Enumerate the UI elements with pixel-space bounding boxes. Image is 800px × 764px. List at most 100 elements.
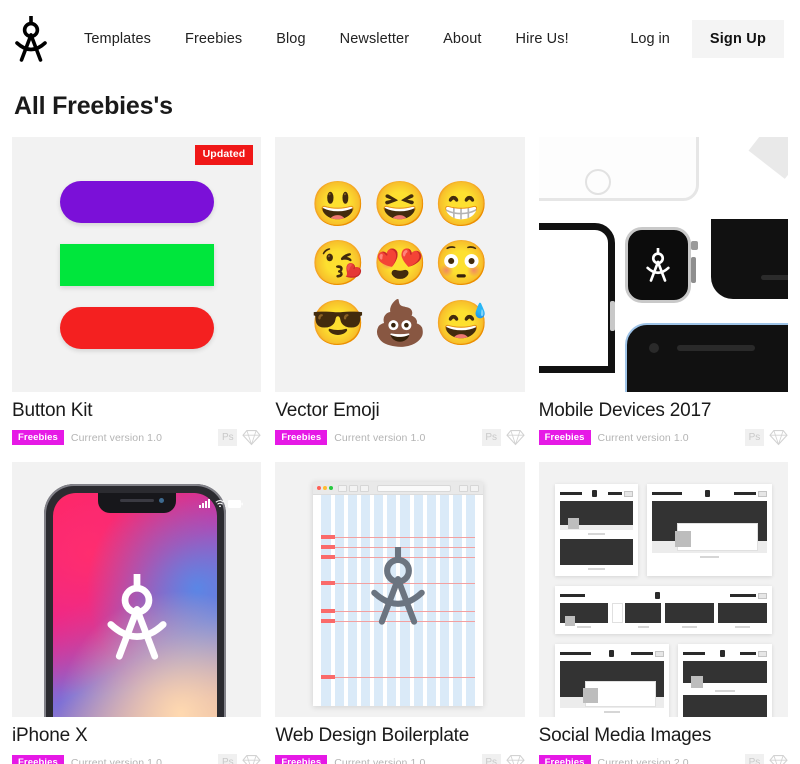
freebie-card[interactable]: Web Design Boilerplate Freebies Current … [275,462,525,764]
signup-button[interactable]: Sign Up [691,20,784,58]
watch-side-button [690,257,696,283]
card-title: Button Kit [12,400,93,421]
version-label: Current version 1.0 [70,431,163,444]
freebie-card[interactable]: Social Media Images Freebies Current ver… [538,462,788,764]
wallpaper-logo [12,574,261,660]
sidebar-toggle-button[interactable] [360,484,370,492]
category-tag: Freebies [12,754,64,764]
image-block [559,661,665,707]
card-thumbnail-social-media[interactable] [538,462,788,717]
emoji-sunglasses: 😎 [310,299,366,349]
guide-marker [321,675,336,679]
category-tag: Freebies [12,429,64,446]
digital-crown [690,241,698,250]
nav-item-newsletter[interactable]: Newsletter [340,31,410,47]
button-kit-preview [12,137,261,392]
avatar [582,688,598,703]
emoji-beaming: 😁 [434,179,490,229]
guide-marker [321,535,336,539]
card-thumbnail-web-boilerplate[interactable] [275,462,525,717]
preview-button-red [59,306,214,349]
wifi-icon [215,500,225,508]
share-button[interactable] [459,484,469,492]
social-template-mockup [554,586,772,634]
mockup-header [559,490,634,497]
logo-link[interactable] [14,16,48,62]
freebie-card[interactable]: 😃 😆 😁 😘 😍 😳 😎 💩 😅 Vector Emoji Freebies … [275,137,525,446]
front-camera [648,343,659,353]
sketch-diamond-icon [505,430,525,446]
photoshop-icon: Ps [744,754,764,764]
format-icons: Ps [481,754,525,764]
social-template-mockup [678,644,772,717]
format-icons: Ps [744,429,788,446]
card-title: Vector Emoji [275,400,380,421]
section-label [739,652,756,655]
nav-item-freebies[interactable]: Freebies [185,31,242,47]
card-thumbnail-iphone-x[interactable] [12,462,262,717]
compass-logo-icon [654,592,660,599]
card-thumbnail-vector-emoji[interactable]: 😃 😆 😁 😘 😍 😳 😎 💩 😅 [275,137,525,392]
card-meta: Freebies Current version 1.0 Ps [275,754,525,764]
card-meta: Freebies Current version 1.0 Ps [538,429,788,446]
tabs-button[interactable] [470,484,480,492]
site-label [652,492,682,495]
compass-logo-icon [371,547,426,625]
emoji-kiss-heart: 😘 [310,239,366,289]
card-thumbnail-button-kit[interactable]: Updated [12,137,262,392]
caption-text [603,711,621,713]
freebie-card[interactable]: Updated Button Kit Freebies Current vers… [12,137,262,446]
photoshop-icon: Ps [744,429,764,446]
avatar [567,518,579,529]
card-thumbnail-mobile-devices[interactable] [538,137,788,392]
social-template-mockup [554,644,670,717]
login-link[interactable]: Log in [608,31,692,47]
nav-item-hire-us[interactable]: Hire Us! [516,31,569,47]
forward-button[interactable] [349,484,359,492]
freebie-card[interactable]: iPhone X Freebies Current version 1.0 Ps [12,462,262,764]
phone-notch [97,493,176,513]
iphone-x-preview [12,462,261,717]
card-meta: Freebies Current version 1.0 Ps [12,754,262,764]
compass-logo-icon [645,248,670,282]
image-block [718,603,767,623]
photoshop-icon: Ps [481,754,501,764]
page-canvas [313,495,484,706]
image-block [652,501,767,551]
freebies-grid: Updated Button Kit Freebies Current vers… [0,137,800,764]
iphone-right-mockup [710,219,788,299]
mockup-button [655,650,665,657]
site-label [559,652,592,655]
header-actions: Log in Sign Up [608,20,784,58]
guide-marker [321,545,336,549]
card-meta: Freebies Current version 1.0 Ps [275,429,525,446]
freebie-card[interactable]: Mobile Devices 2017 Freebies Current ver… [538,137,788,446]
compass-logo-icon [107,574,167,660]
photoshop-icon: Ps [481,429,501,446]
caption-text [576,626,592,628]
image-block [559,603,609,626]
back-button[interactable] [338,484,348,492]
category-tag: Freebies [275,754,328,764]
mockup-row [554,484,772,576]
baseline-guide [321,677,476,678]
nav-item-blog[interactable]: Blog [276,31,305,47]
apple-watch-mockup [624,227,691,303]
main-nav: Templates Freebies Blog Newsletter About… [84,31,569,47]
address-bar[interactable] [377,484,452,492]
mockup-button [757,592,767,599]
version-label: Current version 2.0 [597,756,689,764]
social-media-preview [539,462,788,717]
image-block [559,539,634,565]
guide-marker [321,619,336,623]
category-tag: Freebies [538,429,591,446]
mockup-header [652,490,767,497]
section-label [729,594,756,597]
nav-item-about[interactable]: About [443,31,481,47]
caption-text [735,626,750,628]
mockup-row [554,644,772,717]
photoshop-icon: Ps [218,754,238,764]
guide-marker [321,609,336,613]
nav-item-templates[interactable]: Templates [84,31,151,47]
card-title: Social Media Images [538,725,712,746]
